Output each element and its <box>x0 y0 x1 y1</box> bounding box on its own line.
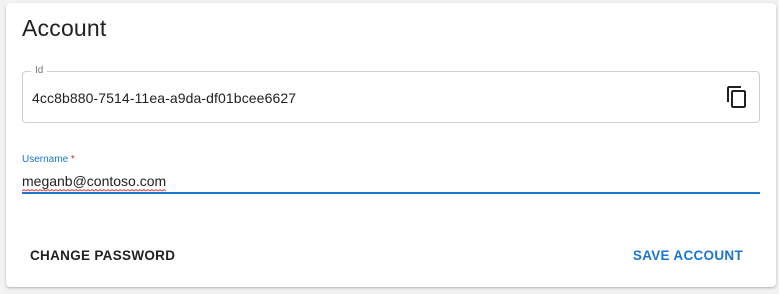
username-field-label: Username * <box>22 154 75 165</box>
spellcheck-underline <box>22 189 166 192</box>
id-field-value[interactable]: 4cc8b880-7514-11ea-a9da-df01bcee6627 <box>32 90 296 106</box>
id-field[interactable]: Id 4cc8b880-7514-11ea-a9da-df01bcee6627 <box>22 65 760 123</box>
card-title: Account <box>22 15 107 41</box>
copy-icon[interactable] <box>725 85 749 109</box>
id-field-label: Id <box>31 65 48 77</box>
change-password-button[interactable]: CHANGE PASSWORD <box>30 248 175 263</box>
save-account-button[interactable]: SAVE ACCOUNT <box>633 248 743 263</box>
required-marker: * <box>70 154 75 165</box>
username-label-text: Username <box>22 154 69 165</box>
account-card: Account Id 4cc8b880-7514-11ea-a9da-df01b… <box>6 3 776 287</box>
